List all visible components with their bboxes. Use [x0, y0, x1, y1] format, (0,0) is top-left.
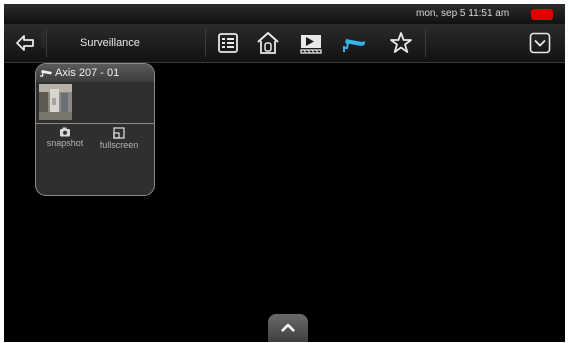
snapshot-icon — [60, 127, 70, 137]
toolbar: mode Surveillance — [4, 24, 565, 63]
camera-icon[interactable] — [341, 30, 367, 56]
snapshot-button[interactable]: snapshot — [40, 127, 90, 148]
media-icon[interactable] — [298, 30, 324, 56]
status-bar: mon, sep 5 11:51 am — [4, 4, 565, 24]
page-title: Surveillance — [80, 37, 140, 49]
list-icon[interactable] — [215, 30, 241, 56]
chevron-down-icon[interactable] — [529, 32, 551, 54]
chevron-up-icon — [281, 323, 295, 332]
status-datetime: mon, sep 5 11:51 am — [416, 8, 510, 19]
camera-icon — [40, 70, 52, 77]
camera-name: Axis 207 - 01 — [55, 67, 120, 79]
toolbar-separator — [425, 29, 426, 57]
back-arrow-icon[interactable] — [14, 32, 36, 54]
camera-feed-thumbnail[interactable] — [39, 84, 72, 120]
expand-drawer-button[interactable] — [268, 314, 308, 342]
fullscreen-label: fullscreen — [99, 140, 139, 150]
snapshot-label: snapshot — [46, 138, 84, 148]
card-divider — [36, 123, 154, 124]
fullscreen-icon — [113, 127, 125, 139]
toolbar-separator — [46, 29, 47, 57]
camera-card-header: Axis 207 - 01 — [36, 64, 154, 82]
battery-indicator-icon — [531, 9, 553, 20]
tablet-screen: mon, sep 5 11:51 am mode Surveillance Ax… — [4, 4, 565, 342]
toolbar-separator — [205, 29, 206, 57]
house-icon[interactable] — [255, 30, 281, 56]
star-icon[interactable] — [388, 30, 414, 56]
camera-card[interactable]: Axis 207 - 01 snapshot fullscreen — [35, 63, 155, 196]
fullscreen-button[interactable]: fullscreen — [94, 127, 144, 150]
